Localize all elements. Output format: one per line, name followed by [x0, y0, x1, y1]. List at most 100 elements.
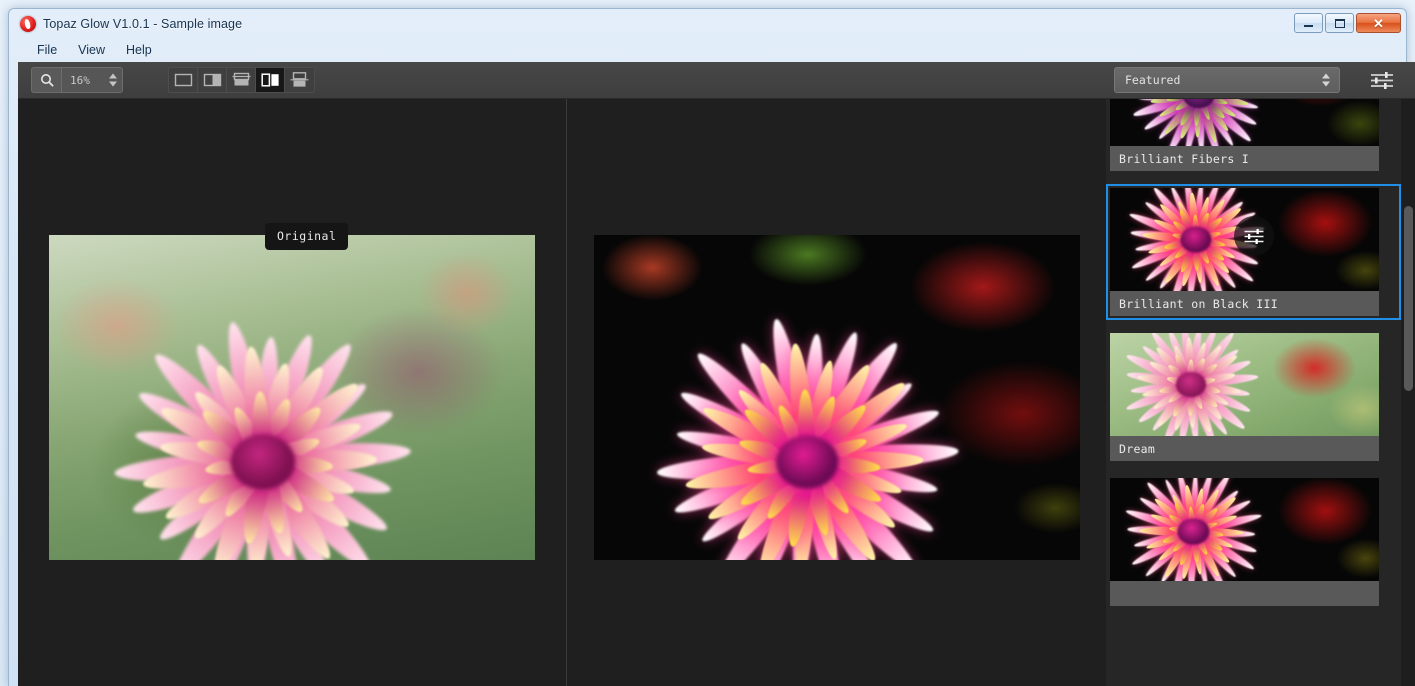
flower-petal: [1186, 360, 1220, 390]
dropdown-stepper[interactable]: [1322, 73, 1330, 87]
flower-petal: [1158, 379, 1194, 396]
flower-petal: [1189, 503, 1207, 535]
view-mode-split-horizontal[interactable]: [227, 68, 256, 92]
flower-petal: [1141, 230, 1201, 245]
flower-petal: [1184, 342, 1225, 391]
flower-petal: [1190, 234, 1222, 289]
preset-thumbnail: [1110, 333, 1379, 436]
flower-petal: [1192, 235, 1204, 283]
flower-petal: [1176, 379, 1197, 436]
flower-petal: [790, 446, 939, 541]
preset-card-partial[interactable]: [1106, 474, 1401, 610]
maximize-icon: [1334, 18, 1345, 28]
original-badge: Original: [265, 223, 349, 250]
window-title: Topaz Glow V1.0.1 - Sample image: [43, 16, 243, 31]
flower-petal: [252, 449, 339, 510]
flower-petal: [796, 451, 904, 501]
scrollbar-thumb[interactable]: [1404, 206, 1413, 391]
flower-petal: [1158, 378, 1198, 436]
flower-petal: [238, 344, 276, 473]
flower-petal: [187, 448, 277, 545]
title-bar[interactable]: Topaz Glow V1.0.1 - Sample image ✕: [9, 9, 1406, 38]
menu-item-file[interactable]: File: [27, 41, 67, 59]
flower-petal: [1194, 99, 1203, 138]
flower-petal: [203, 445, 280, 560]
preset-filter-dropdown[interactable]: Featured: [1114, 67, 1340, 93]
settings-button[interactable]: [1363, 67, 1401, 93]
zoom-input[interactable]: 16%: [61, 67, 123, 93]
flower-petal: [788, 448, 818, 560]
flower-petal: [1185, 333, 1204, 390]
flower-petal: [228, 404, 274, 472]
flower-petal: [1172, 352, 1196, 389]
single-view-icon: [174, 73, 192, 87]
flower-petal: [1166, 380, 1195, 405]
flower-petal: [1191, 234, 1236, 261]
flower-petal: [1184, 379, 1215, 435]
preset-label-row: Brilliant Fibers I: [1110, 146, 1379, 171]
menu-item-view[interactable]: View: [68, 41, 115, 59]
view-mode-side-by-side[interactable]: [256, 68, 285, 92]
flower-petal: [1132, 526, 1199, 550]
flower-petal: [1182, 484, 1198, 536]
flower-petal: [789, 444, 925, 560]
flower-petal: [1192, 99, 1254, 145]
menu-item-help[interactable]: Help: [116, 41, 162, 59]
flower-petal: [1189, 487, 1206, 536]
view-mode-single[interactable]: [169, 68, 198, 92]
flower-petal: [195, 434, 272, 473]
flower-petal: [1161, 527, 1197, 546]
flower-petal: [1193, 99, 1259, 111]
flower-petal: [251, 400, 327, 474]
split-horizontal-view-icon: [232, 72, 250, 86]
flower-petal: [1124, 506, 1200, 538]
maximize-button[interactable]: [1325, 13, 1354, 33]
menu-bar: File View Help: [9, 38, 1406, 61]
flower-petal: [1171, 527, 1198, 554]
flower-petal: [796, 333, 826, 476]
flower-petal: [790, 336, 906, 480]
flower-petal: [1158, 525, 1200, 581]
flower-petal: [1143, 525, 1200, 579]
view-mode-group: [168, 67, 315, 93]
view-mode-top-bottom[interactable]: [285, 68, 314, 92]
flower-petal: [1184, 333, 1221, 391]
flower-petal: [1171, 379, 1197, 432]
close-button[interactable]: ✕: [1356, 13, 1401, 33]
flower-petal: [1190, 196, 1228, 245]
zoom-stepper[interactable]: [109, 73, 117, 87]
preset-card-dream[interactable]: Dream: [1106, 329, 1401, 465]
sliders-circle-icon[interactable]: [1233, 216, 1274, 256]
flower-petal: [1125, 369, 1197, 391]
flower-petal: [1192, 99, 1231, 101]
preset-card-brilliant-on-black-iii[interactable]: Brilliant on Black III: [1106, 184, 1401, 320]
preset-filter-label: Featured: [1125, 73, 1181, 87]
minimize-button[interactable]: [1294, 13, 1323, 33]
flower-petal: [1148, 359, 1196, 390]
flower-petal: [793, 447, 850, 560]
sidebar-scrollbar[interactable]: [1401, 99, 1415, 686]
magnifier-button[interactable]: [31, 67, 61, 93]
flower-petal: [1179, 333, 1196, 390]
flower-petal: [1184, 378, 1252, 416]
preset-card-brilliant-fibers-i[interactable]: Brilliant Fibers I: [1106, 99, 1401, 175]
processed-image-frame: [593, 234, 1080, 560]
zoom-value: 16%: [70, 73, 90, 87]
flower-petal: [1150, 378, 1198, 433]
processed-image-pane[interactable]: [567, 99, 1106, 686]
flower-petal: [703, 449, 820, 527]
flower-petal: [1136, 372, 1195, 390]
flower-petal: [245, 375, 373, 480]
flower-petal: [1185, 378, 1226, 423]
flower-petal: [1169, 525, 1197, 535]
flower-petal: [205, 448, 278, 560]
view-mode-split-vertical[interactable]: [198, 68, 227, 92]
flower-petal: [753, 359, 820, 475]
flower-petal: [1189, 527, 1210, 556]
flower-petal: [1134, 99, 1205, 100]
flower-petal: [1190, 520, 1219, 536]
flower-petal: [250, 336, 284, 476]
flower-petal: [1187, 478, 1234, 539]
original-image-pane[interactable]: [18, 99, 566, 686]
flower-petal: [1192, 236, 1201, 271]
